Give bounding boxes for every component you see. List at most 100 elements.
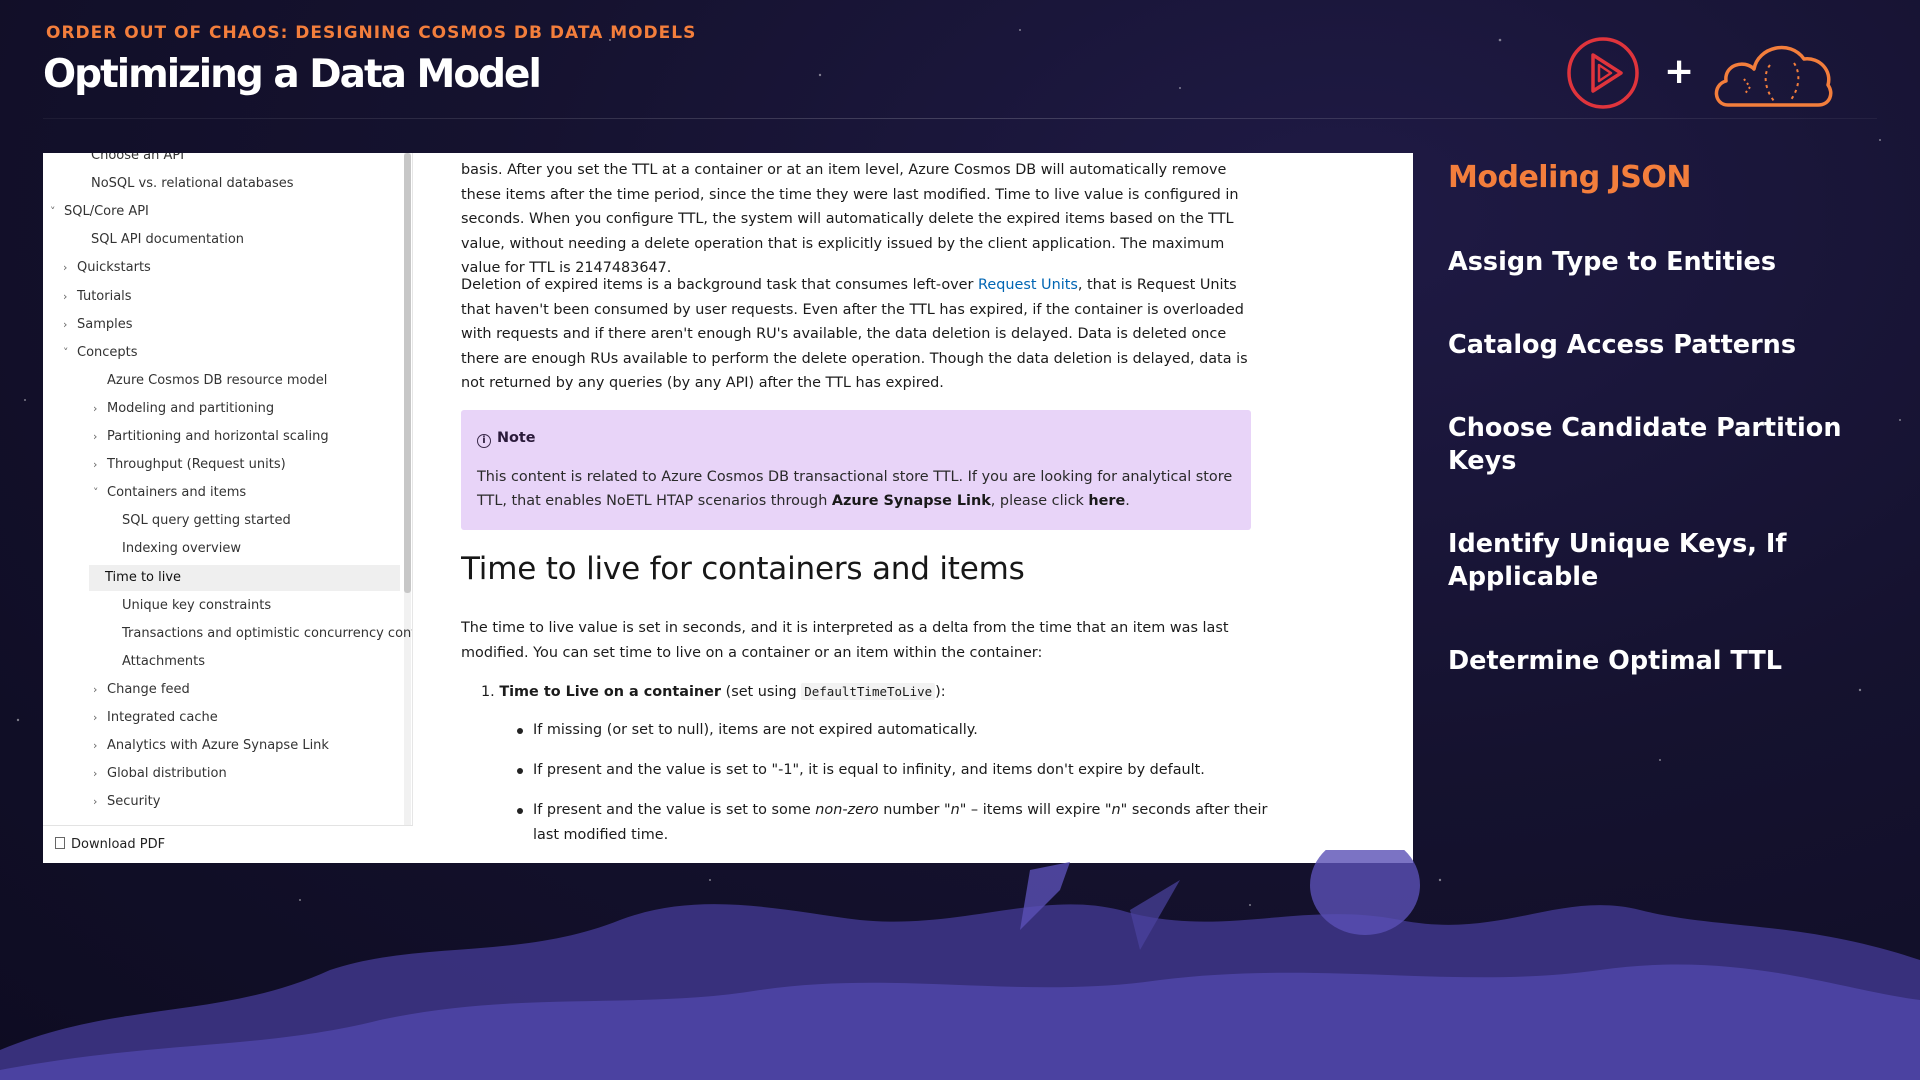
toc-item-label: Global distribution (107, 766, 227, 782)
paragraph-deletion-text-cont: , that is Request Units that haven't bee… (461, 277, 1248, 391)
toc-item-label: Transactions and optimistic concurrency … (122, 625, 413, 641)
paragraph-deletion: Deletion of expired items is a backgroun… (461, 273, 1261, 396)
list-item-end: ): (935, 684, 946, 700)
paragraph-ttl-intro: basis. After you set the TTL at a contai… (461, 162, 1239, 276)
chevron-right-icon[interactable]: › (93, 789, 107, 815)
chevron-down-icon[interactable]: ˅ (50, 199, 64, 225)
toc-item[interactable]: Transactions and optimistic concurrency … (122, 621, 413, 647)
toc-item[interactable]: › Partitioning and horizontal scaling (93, 424, 329, 450)
toc-item[interactable]: NoSQL vs. relational databases (91, 171, 294, 197)
toc-item[interactable]: › Tutorials (63, 284, 132, 310)
list-item-bold: Time to Live on a container (499, 684, 722, 700)
chevron-right-icon[interactable]: › (93, 705, 107, 731)
bullet-marker (517, 808, 523, 814)
slide-eyebrow: ORDER OUT OF CHAOS: DESIGNING COSMOS DB … (46, 23, 697, 43)
toc-item-label: Tutorials (77, 288, 132, 304)
bullet-item-nonzero: If present and the value is set to some … (533, 798, 1273, 847)
plus-sign: + (1664, 51, 1695, 92)
toc-item[interactable]: › Quickstarts (63, 255, 151, 281)
toc-item-label: Azure Cosmos DB resource model (107, 372, 328, 388)
note-here-link[interactable]: here (1088, 493, 1125, 509)
chevron-right-icon[interactable]: › (63, 255, 77, 281)
toc-item-label: Choose an API (91, 153, 185, 163)
toc-item[interactable]: Attachments (122, 649, 205, 675)
toc-item-label: Partitioning and horizontal scaling (107, 429, 329, 444)
toc-item-label: Samples (77, 316, 133, 332)
list-item-text: (set using (721, 684, 802, 700)
chevron-right-icon[interactable]: › (63, 312, 77, 338)
bullet-marker (517, 768, 523, 774)
synapse-link-text: Azure Synapse Link (831, 493, 991, 509)
toc-item[interactable]: › Security (93, 789, 160, 815)
toc-item[interactable]: Indexing overview (122, 536, 241, 562)
slide-title: Optimizing a Data Model (43, 52, 542, 97)
toc-item[interactable]: ˅ Containers and items (93, 480, 246, 506)
toc-item[interactable]: SQL query getting started (122, 508, 291, 534)
toc-item-label: Quickstarts (77, 260, 151, 276)
toc-item[interactable]: Choose an API (91, 153, 184, 169)
article-content: basis. After you set the TTL at a contai… (461, 153, 1291, 863)
toc-item[interactable]: ˅ SQL/Core API (50, 199, 149, 225)
info-icon: i (477, 434, 491, 448)
chevron-right-icon[interactable]: › (93, 396, 107, 422)
toc-scrollbar-thumb[interactable] (404, 153, 411, 593)
bullet-em: non-zero (815, 802, 879, 818)
bullet-em: "n" (944, 802, 967, 818)
toc-item[interactable]: › Global distribution (93, 761, 227, 787)
pdf-icon (55, 837, 65, 849)
toc-item[interactable]: › Integrated cache (93, 705, 218, 731)
brand-logos: + (1565, 35, 1835, 115)
note-text-end: . (1125, 493, 1130, 509)
chevron-right-icon[interactable]: › (93, 424, 107, 450)
toc-item-label: Indexing overview (122, 541, 241, 557)
note-text-mid: , please click (990, 493, 1089, 509)
toc-item-label: NoSQL vs. relational databases (91, 176, 294, 192)
toc-item[interactable]: Azure Cosmos DB resource model (107, 368, 327, 394)
chevron-right-icon[interactable]: › (93, 677, 107, 703)
note-callout: i Note This content is related to Azure C… (461, 410, 1251, 530)
toc-item[interactable]: › Modeling and partitioning (93, 396, 274, 422)
header-divider (43, 118, 1877, 119)
request-units-link[interactable]: Request Units (978, 277, 1078, 293)
agenda-item: Assign Type to Entities (1448, 247, 1777, 277)
chevron-right-icon[interactable]: › (93, 733, 107, 759)
toc-item-label: Containers and items (107, 485, 247, 501)
toc-item-label: Attachments (122, 653, 205, 669)
play-icon (1567, 37, 1639, 109)
toc-item-label: Change feed (107, 681, 190, 697)
documentation-screenshot: Choose an API NoSQL vs. relational databa… (43, 153, 1413, 863)
toc-item-label: Integrated cache (107, 710, 218, 725)
toc-item-label: Modeling and partitioning (107, 400, 275, 416)
toc-item-label: SQL API documentation (91, 232, 245, 248)
agenda-item: Choose Candidate Partition Keys (1448, 413, 1842, 476)
toc-item[interactable]: › Throughput (Request units) (93, 452, 286, 478)
toc-item-label: SQL/Core API (64, 204, 149, 220)
agenda-item: Catalog Access Patterns (1448, 330, 1796, 360)
toc-item[interactable]: ˅ Concepts (63, 340, 138, 366)
toc-item-label: Throughput (Request units) (107, 457, 286, 473)
chevron-right-icon[interactable]: › (63, 284, 77, 310)
toc-item[interactable]: Unique key constraints (122, 593, 271, 619)
toc-item[interactable]: › Change feed (93, 677, 190, 703)
paragraph-deletion-text: Deletion of expired items is a backgroun… (461, 277, 979, 293)
list-number: 1. (481, 684, 495, 700)
bullet-text: If present and the value is set to some (533, 802, 816, 818)
chevron-down-icon[interactable]: ˅ (93, 480, 107, 506)
note-header: i Note (477, 426, 1235, 451)
cloud-icon (1714, 45, 1833, 107)
note-title: Note (497, 430, 536, 446)
toc-item[interactable]: › Analytics with Azure Synapse Link (93, 733, 329, 759)
toc-item-label: Time to live (105, 569, 182, 585)
chevron-right-icon[interactable]: › (93, 761, 107, 787)
default-ttl-code: DefaultTimeToLive (801, 683, 936, 700)
bullet-item: If present and the value is set to "-1",… (533, 762, 1205, 778)
bullet-text: – items will expire (966, 802, 1105, 818)
chevron-down-icon[interactable]: ˅ (63, 340, 77, 366)
chevron-right-icon[interactable]: › (93, 452, 107, 478)
toc-item-label: SQL query getting started (122, 513, 291, 529)
toc-item[interactable]: Time to live (89, 564, 400, 591)
toc-item[interactable]: SQL API documentation (91, 227, 244, 253)
bullet-marker (517, 728, 523, 734)
toc-item[interactable]: › Samples (63, 312, 133, 338)
agenda-heading: Modeling JSON (1448, 160, 1692, 195)
